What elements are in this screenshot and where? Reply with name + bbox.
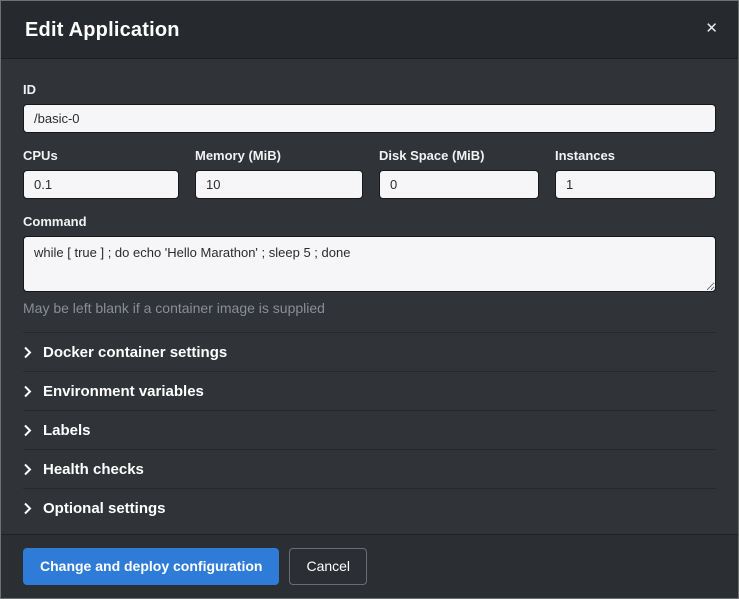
section-optional-settings[interactable]: Optional settings (23, 488, 716, 527)
instances-input[interactable] (555, 170, 716, 199)
collapsible-sections: Docker container settings Environment va… (23, 332, 716, 527)
cpus-label: CPUs (23, 148, 179, 163)
section-docker-container-settings[interactable]: Docker container settings (23, 332, 716, 371)
disk-input[interactable] (379, 170, 539, 199)
change-and-deploy-button[interactable]: Change and deploy configuration (23, 548, 279, 585)
modal-header: Edit Application ✕ (1, 1, 738, 59)
section-label: Docker container settings (43, 344, 227, 361)
resources-row: CPUs Memory (MiB) Disk Space (MiB) Insta… (23, 133, 716, 199)
command-label: Command (23, 214, 716, 229)
modal-body: ID CPUs Memory (MiB) Disk Space (MiB) In… (1, 59, 738, 534)
section-labels[interactable]: Labels (23, 410, 716, 449)
memory-input[interactable] (195, 170, 363, 199)
cpus-input[interactable] (23, 170, 179, 199)
section-environment-variables[interactable]: Environment variables (23, 371, 716, 410)
section-health-checks[interactable]: Health checks (23, 449, 716, 488)
section-label: Environment variables (43, 383, 204, 400)
close-icon[interactable]: ✕ (697, 15, 726, 42)
section-label: Optional settings (43, 500, 166, 517)
section-label: Health checks (43, 461, 144, 478)
command-help-text: May be left blank if a container image i… (23, 300, 716, 316)
id-label: ID (23, 82, 716, 97)
section-label: Labels (43, 422, 91, 439)
id-input[interactable] (23, 104, 716, 133)
command-textarea[interactable]: while [ true ] ; do echo 'Hello Marathon… (23, 236, 716, 292)
modal-title: Edit Application (25, 19, 714, 42)
memory-label: Memory (MiB) (195, 148, 363, 163)
chevron-right-icon (23, 424, 32, 437)
chevron-right-icon (23, 385, 32, 398)
chevron-right-icon (23, 463, 32, 476)
instances-label: Instances (555, 148, 716, 163)
chevron-right-icon (23, 502, 32, 515)
disk-label: Disk Space (MiB) (379, 148, 539, 163)
cancel-button[interactable]: Cancel (289, 548, 367, 585)
edit-application-modal: Edit Application ✕ ID CPUs Memory (MiB) … (1, 1, 738, 598)
chevron-right-icon (23, 346, 32, 359)
modal-footer: Change and deploy configuration Cancel (1, 534, 738, 598)
